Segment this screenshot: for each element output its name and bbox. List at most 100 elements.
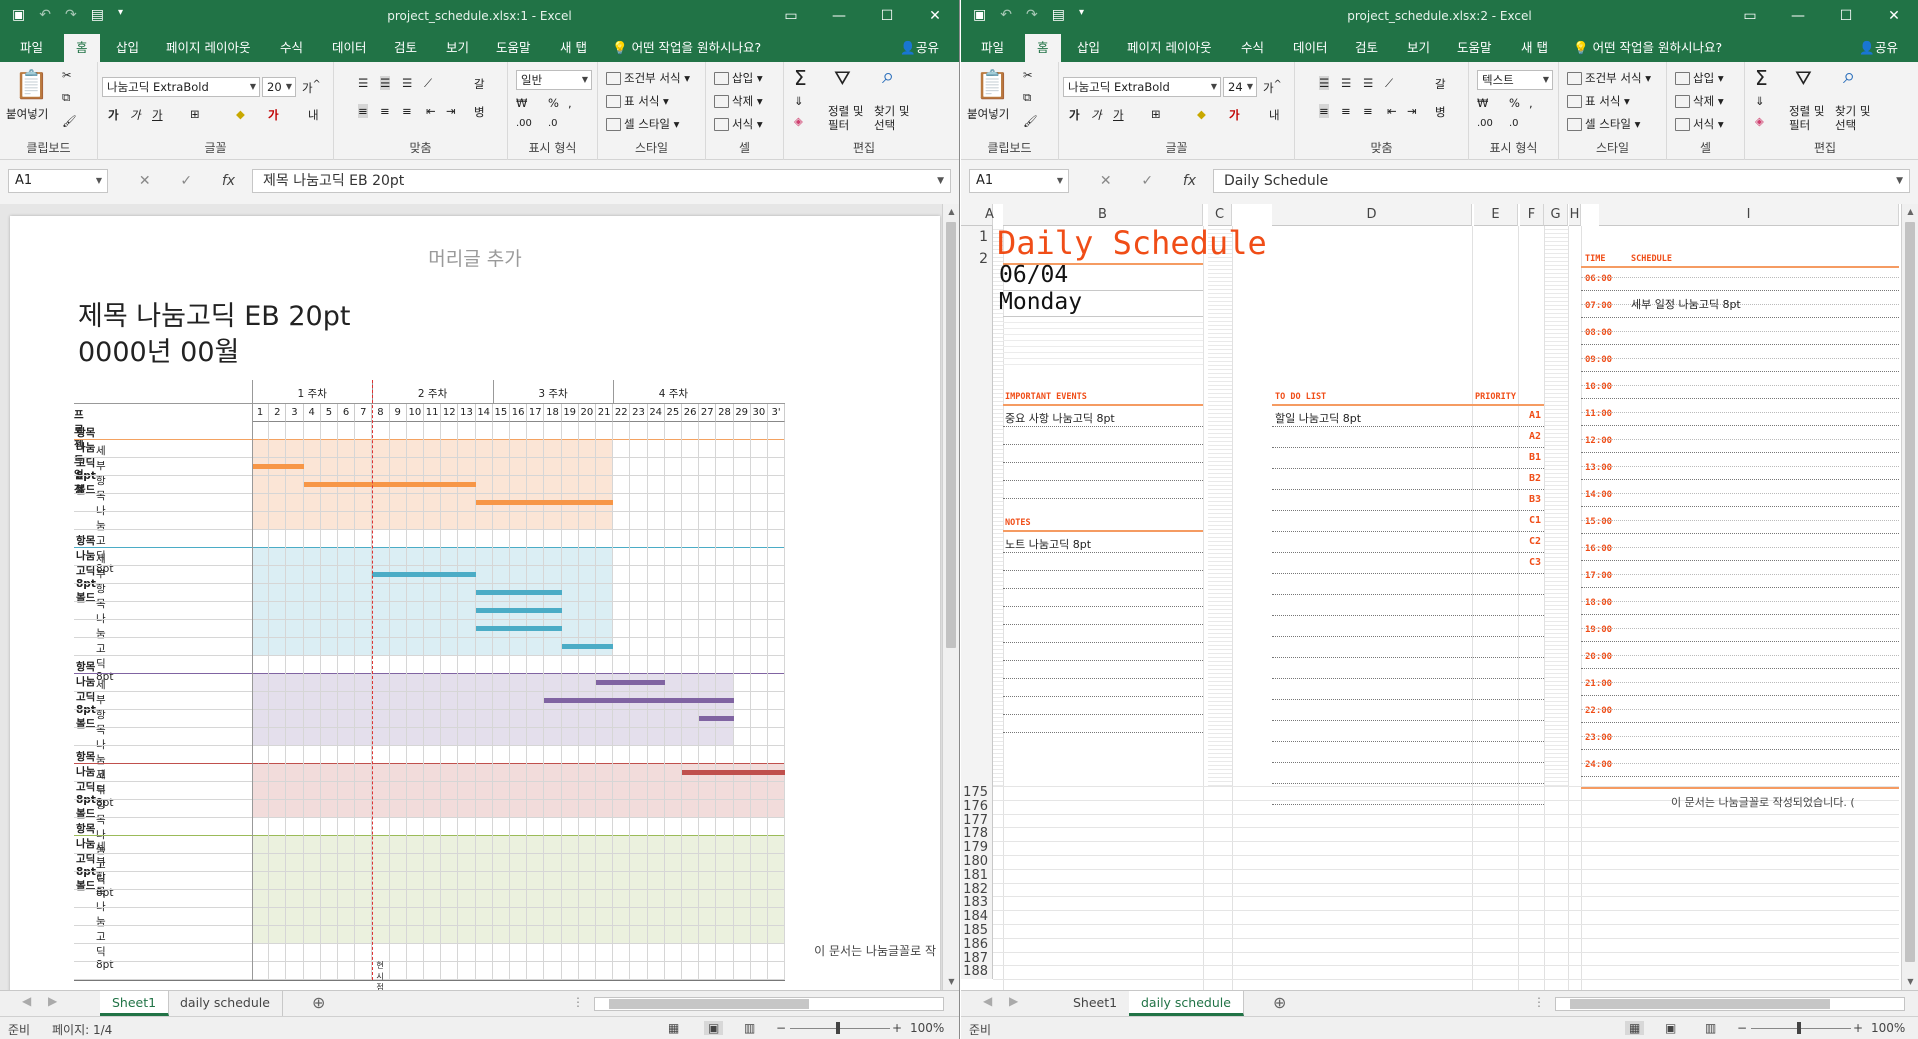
format-painter-icon[interactable]: 🖌 bbox=[1023, 114, 1038, 128]
orientation-icon[interactable]: ⟋ bbox=[424, 76, 432, 91]
row-header[interactable]: 186 bbox=[961, 937, 993, 952]
percent-button[interactable]: % bbox=[1509, 96, 1520, 110]
fill-color-icon[interactable]: ◆ bbox=[1197, 107, 1206, 121]
formula-input[interactable]: Daily Schedule ▼ bbox=[1213, 169, 1910, 193]
row-header[interactable]: 176 bbox=[961, 799, 993, 814]
scroll-up-icon[interactable]: ▲ bbox=[943, 204, 959, 220]
merge-center-button[interactable]: 병 bbox=[474, 104, 485, 120]
column-header[interactable]: I bbox=[1599, 204, 1899, 226]
paste-icon[interactable]: 📋 bbox=[14, 68, 49, 101]
align-middle-icon[interactable]: ☰ bbox=[1341, 76, 1351, 90]
tell-me-box[interactable]: 💡 어떤 작업을 원하시나요? bbox=[1573, 34, 1722, 62]
column-header[interactable]: E bbox=[1474, 204, 1518, 226]
phonetic-icon[interactable]: 내 bbox=[1269, 107, 1280, 123]
underline-button[interactable]: 가 bbox=[1113, 107, 1124, 123]
page-subtitle[interactable]: 0000년 00월 bbox=[78, 330, 239, 369]
filter-icon[interactable]: ⛛ bbox=[834, 66, 851, 90]
zoom-slider[interactable] bbox=[1751, 1028, 1851, 1029]
zoom-thumb[interactable] bbox=[1797, 1022, 1801, 1034]
underline-button[interactable]: 가 bbox=[152, 107, 163, 123]
zoom-in-icon[interactable]: + bbox=[1853, 1021, 1863, 1035]
currency-icon[interactable]: ₩ bbox=[516, 96, 527, 110]
horizontal-scrollbar[interactable] bbox=[1555, 997, 1905, 1011]
align-bottom-icon[interactable]: ☰ bbox=[1363, 76, 1373, 90]
zoom-in-icon[interactable]: + bbox=[892, 1021, 902, 1035]
indent-increase-icon[interactable]: ⇥ bbox=[446, 104, 456, 118]
tab-file[interactable]: 파일 bbox=[979, 34, 1006, 62]
cut-icon[interactable]: ✂ bbox=[1023, 68, 1033, 82]
number-format-combo[interactable]: 텍스트 ▼ bbox=[1477, 70, 1553, 90]
fill-icon[interactable]: ⇓ bbox=[794, 94, 804, 108]
tab-new[interactable]: 새 탭 bbox=[558, 34, 589, 62]
paste-button[interactable]: 붙여넣기 bbox=[967, 106, 1009, 122]
search-icon[interactable]: ⌕ bbox=[882, 64, 894, 89]
cell-styles-button[interactable]: 셀 스타일 ▾ bbox=[606, 116, 679, 132]
copy-icon[interactable]: ⧉ bbox=[62, 90, 70, 105]
column-header[interactable]: C bbox=[1208, 204, 1232, 226]
sheet-weekday[interactable]: Monday bbox=[999, 289, 1082, 315]
tab-formulas[interactable]: 수식 bbox=[1239, 34, 1266, 62]
indent-decrease-icon[interactable]: ⇤ bbox=[1387, 104, 1397, 118]
row-header[interactable]: 180 bbox=[961, 855, 993, 869]
tab-review[interactable]: 검토 bbox=[392, 34, 419, 62]
tab-split-icon[interactable]: ⋮ bbox=[1533, 995, 1545, 1009]
currency-icon[interactable]: ₩ bbox=[1477, 96, 1488, 110]
maximize-button[interactable]: ☐ bbox=[1822, 0, 1870, 34]
insert-cells-button[interactable]: 삽입 ▾ bbox=[714, 70, 763, 86]
prev-sheet-icon[interactable]: ◀ bbox=[22, 994, 31, 1008]
align-middle-icon[interactable]: ☰ bbox=[380, 76, 391, 90]
search-icon[interactable]: ⌕ bbox=[1843, 64, 1855, 89]
minimize-button[interactable]: — bbox=[815, 0, 863, 34]
format-cells-button[interactable]: 서식 ▾ bbox=[714, 116, 763, 132]
page-break-icon[interactable]: ▥ bbox=[1705, 1021, 1716, 1035]
sort-filter-button[interactable]: 정렬 및 필터 bbox=[828, 104, 863, 132]
close-button[interactable]: ✕ bbox=[911, 0, 959, 34]
gantt-bar[interactable] bbox=[372, 572, 476, 577]
row-header[interactable]: 188 bbox=[961, 965, 993, 980]
row-header[interactable]: 181 bbox=[961, 868, 993, 883]
tab-help[interactable]: 도움말 bbox=[494, 34, 533, 62]
worksheet-grid[interactable]: A B C D E F G H I 1 2 175 176 177 178 179 180 181 182 183 18… bbox=[961, 204, 1918, 990]
scroll-thumb[interactable] bbox=[1570, 999, 1830, 1009]
font-color-icon[interactable]: 가 bbox=[268, 107, 279, 123]
font-name-combo[interactable]: 나눔고딕 ExtraBold ▼ bbox=[1063, 77, 1221, 97]
bold-button[interactable]: 가 bbox=[108, 107, 119, 123]
percent-button[interactable]: % bbox=[548, 96, 559, 110]
gantt-bar[interactable] bbox=[561, 644, 614, 649]
gantt-bar[interactable] bbox=[475, 590, 562, 595]
vertical-scrollbar[interactable]: ▲ ▼ bbox=[1901, 204, 1918, 990]
filter-icon[interactable]: ⛛ bbox=[1795, 66, 1812, 90]
add-sheet-icon[interactable]: ⊕ bbox=[312, 993, 325, 1012]
font-color-icon[interactable]: 가 bbox=[1229, 107, 1240, 123]
insert-function-icon[interactable]: fx bbox=[1183, 173, 1196, 189]
column-header[interactable]: H bbox=[1569, 204, 1581, 226]
font-name-combo[interactable]: 나눔고딕 ExtraBold ▼ bbox=[102, 77, 260, 97]
indent-increase-icon[interactable]: ⇥ bbox=[1407, 104, 1417, 118]
format-as-table-button[interactable]: 표 서식 ▾ bbox=[606, 93, 669, 109]
delete-cells-button[interactable]: 삭제 ▾ bbox=[714, 93, 763, 109]
format-painter-icon[interactable]: 🖌 bbox=[62, 114, 77, 128]
tab-data[interactable]: 데이터 bbox=[1291, 34, 1330, 62]
tell-me-box[interactable]: 💡 어떤 작업을 원하시나요? bbox=[612, 34, 761, 62]
column-header[interactable]: B bbox=[1003, 204, 1203, 226]
bold-button[interactable]: 가 bbox=[1069, 107, 1080, 123]
decrease-decimal-icon[interactable]: .0 bbox=[548, 118, 558, 129]
comma-button[interactable]: , bbox=[1529, 96, 1533, 110]
sheet-tab-sheet1[interactable]: Sheet1 bbox=[100, 991, 170, 1016]
delete-cells-button[interactable]: 삭제 ▾ bbox=[1675, 93, 1724, 109]
align-right-icon[interactable]: ≡ bbox=[402, 104, 412, 118]
tab-view[interactable]: 보기 bbox=[1405, 34, 1432, 62]
add-sheet-icon[interactable]: ⊕ bbox=[1273, 993, 1286, 1012]
horizontal-scrollbar[interactable] bbox=[594, 997, 944, 1011]
share-button[interactable]: 👤공유 bbox=[1859, 34, 1898, 62]
paste-button[interactable]: 붙여넣기 bbox=[6, 106, 48, 122]
gantt-bar[interactable] bbox=[682, 770, 786, 775]
gantt-bar[interactable] bbox=[544, 698, 734, 703]
name-box[interactable]: A1 ▼ bbox=[8, 169, 108, 193]
increase-decimal-icon[interactable]: .00 bbox=[516, 118, 532, 129]
clear-icon[interactable]: ◈ bbox=[794, 114, 803, 128]
row-header[interactable]: 185 bbox=[961, 924, 993, 938]
tab-home[interactable]: 홈 bbox=[64, 34, 100, 62]
gantt-bar[interactable] bbox=[303, 482, 476, 487]
name-box[interactable]: A1 ▼ bbox=[969, 169, 1069, 193]
